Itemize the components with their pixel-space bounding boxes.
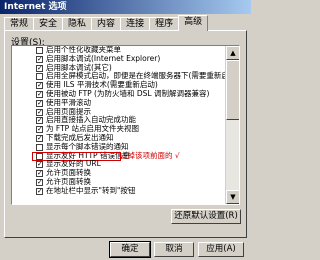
checkbox[interactable]: ✓ <box>36 55 43 63</box>
annotation-note: 去掉该项前面的 √ <box>120 150 180 160</box>
tab-0[interactable]: 常规 <box>4 17 35 31</box>
settings-item[interactable]: ✓ 允许页面转换 <box>12 168 225 178</box>
checkbox[interactable]: ✓ <box>36 117 43 125</box>
apply-button[interactable]: 应用(A) <box>198 242 244 257</box>
checkbox[interactable] <box>36 143 43 151</box>
window-title: Internet 选项 <box>0 0 251 14</box>
tab-2[interactable]: 隐私 <box>62 17 93 31</box>
settings-item[interactable]: ✓ 使用被动 FTP (为防火墙和 DSL 调制解调器兼容) <box>12 89 225 99</box>
checkbox[interactable]: ✓ <box>36 90 43 98</box>
tab-1[interactable]: 安全 <box>33 17 64 31</box>
ok-button[interactable]: 确定 <box>109 241 151 258</box>
checkbox[interactable]: ✓ <box>36 170 43 178</box>
checkbox[interactable]: ✓ <box>36 161 43 169</box>
tab-strip: 常规 安全 隐私 内容 连接 程序 高级 <box>4 15 247 31</box>
checkbox[interactable]: ✓ <box>36 82 43 90</box>
vertical-scrollbar[interactable]: ▲ ▼ <box>225 46 239 204</box>
checkbox[interactable]: ✓ <box>36 64 43 72</box>
tab-6[interactable]: 高级 <box>178 15 209 31</box>
settings-item[interactable]: 显示友好 HTTP 错误信息 去掉该项前面的 √ <box>12 150 225 161</box>
advanced-panel: 设置(S): 启用个性化收藏夹菜单 ✓ 启用脚本调试(Internet Explor… <box>4 30 247 238</box>
checkbox[interactable]: ✓ <box>36 108 43 116</box>
scroll-up-button[interactable]: ▲ <box>226 46 239 60</box>
checkbox[interactable] <box>36 73 43 81</box>
settings-list-items: 启用个性化收藏夹菜单 ✓ 启用脚本调试(Internet Explorer) ✓ 启用脚… <box>12 46 225 204</box>
scroll-thumb[interactable] <box>226 60 239 120</box>
tab-5[interactable]: 程序 <box>149 17 180 31</box>
checkbox[interactable]: ✓ <box>36 178 43 186</box>
restore-defaults-button[interactable]: 还原默认设置(R) <box>171 209 241 224</box>
settings-item[interactable]: ✓ 为 FTP 站点启用文件夹视图 <box>12 124 225 134</box>
tab-3[interactable]: 内容 <box>91 17 122 31</box>
tab-4[interactable]: 连接 <box>120 17 151 31</box>
settings-list[interactable]: 启用个性化收藏夹菜单 ✓ 启用脚本调试(Internet Explorer) ✓ 启用脚… <box>11 45 240 205</box>
checkbox[interactable]: ✓ <box>36 99 43 107</box>
cancel-button[interactable]: 取消 <box>154 242 194 257</box>
scroll-down-button[interactable]: ▼ <box>226 190 239 204</box>
checkbox[interactable]: ✓ <box>36 134 43 142</box>
settings-item[interactable]: ✓ 启用脚本调试(Internet Explorer) <box>12 54 225 64</box>
settings-item[interactable]: ✓ 显示友好的 URL <box>12 160 225 169</box>
settings-item-label: 在地址栏中显示"转到"按钮 <box>46 185 136 195</box>
settings-item[interactable]: ✓ 使用平滑滚动 <box>12 98 225 108</box>
checkbox[interactable] <box>36 47 43 54</box>
checkbox[interactable]: ✓ <box>36 126 43 134</box>
settings-item[interactable]: ✓ 在地址栏中显示"转到"按钮 <box>12 185 225 196</box>
checkbox[interactable]: ✓ <box>36 187 43 195</box>
